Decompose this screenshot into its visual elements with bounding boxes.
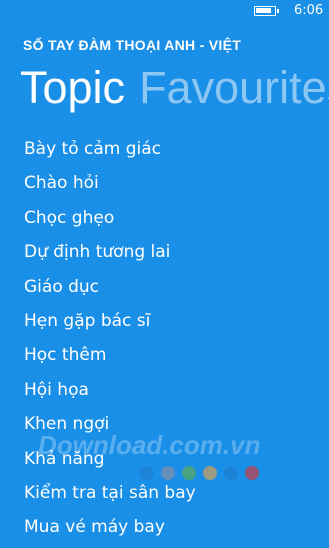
topic-item[interactable]: Khả năng bbox=[24, 444, 196, 478]
topic-item[interactable]: Hẹn gặp bác sĩ bbox=[24, 306, 196, 340]
topic-item[interactable]: Hội họa bbox=[24, 375, 196, 409]
topic-item[interactable]: Học thêm bbox=[24, 340, 196, 374]
topic-item[interactable]: Chào hỏi bbox=[24, 168, 196, 202]
battery-icon bbox=[254, 6, 279, 16]
topic-item[interactable]: Mua vé máy bay bbox=[24, 512, 196, 546]
tab-favourites[interactable]: Favourites bbox=[139, 60, 329, 116]
status-bar: 6:06 bbox=[0, 0, 329, 22]
topic-item[interactable]: Dự định tương lai bbox=[24, 237, 196, 271]
topic-item[interactable]: Kiểm tra tại sân bay bbox=[24, 478, 196, 512]
topic-item[interactable]: Chọc ghẹo bbox=[24, 203, 196, 237]
topic-item[interactable]: Bày tỏ cảm giác bbox=[24, 134, 196, 168]
status-clock: 6:06 bbox=[294, 3, 324, 18]
watermark-dot bbox=[203, 466, 217, 480]
pivot-header: Topic Favourites bbox=[20, 60, 329, 116]
app-title: SỔ TAY ĐÀM THOẠI ANH - VIỆT bbox=[23, 37, 242, 53]
tab-topic[interactable]: Topic bbox=[20, 60, 125, 116]
topic-list: Bày tỏ cảm giác Chào hỏi Chọc ghẹo Dự đị… bbox=[24, 134, 196, 547]
topic-item[interactable]: Khen ngợi bbox=[24, 409, 196, 443]
watermark-dot bbox=[245, 466, 259, 480]
watermark-dot bbox=[224, 466, 238, 480]
topic-item[interactable]: Giáo dục bbox=[24, 272, 196, 306]
